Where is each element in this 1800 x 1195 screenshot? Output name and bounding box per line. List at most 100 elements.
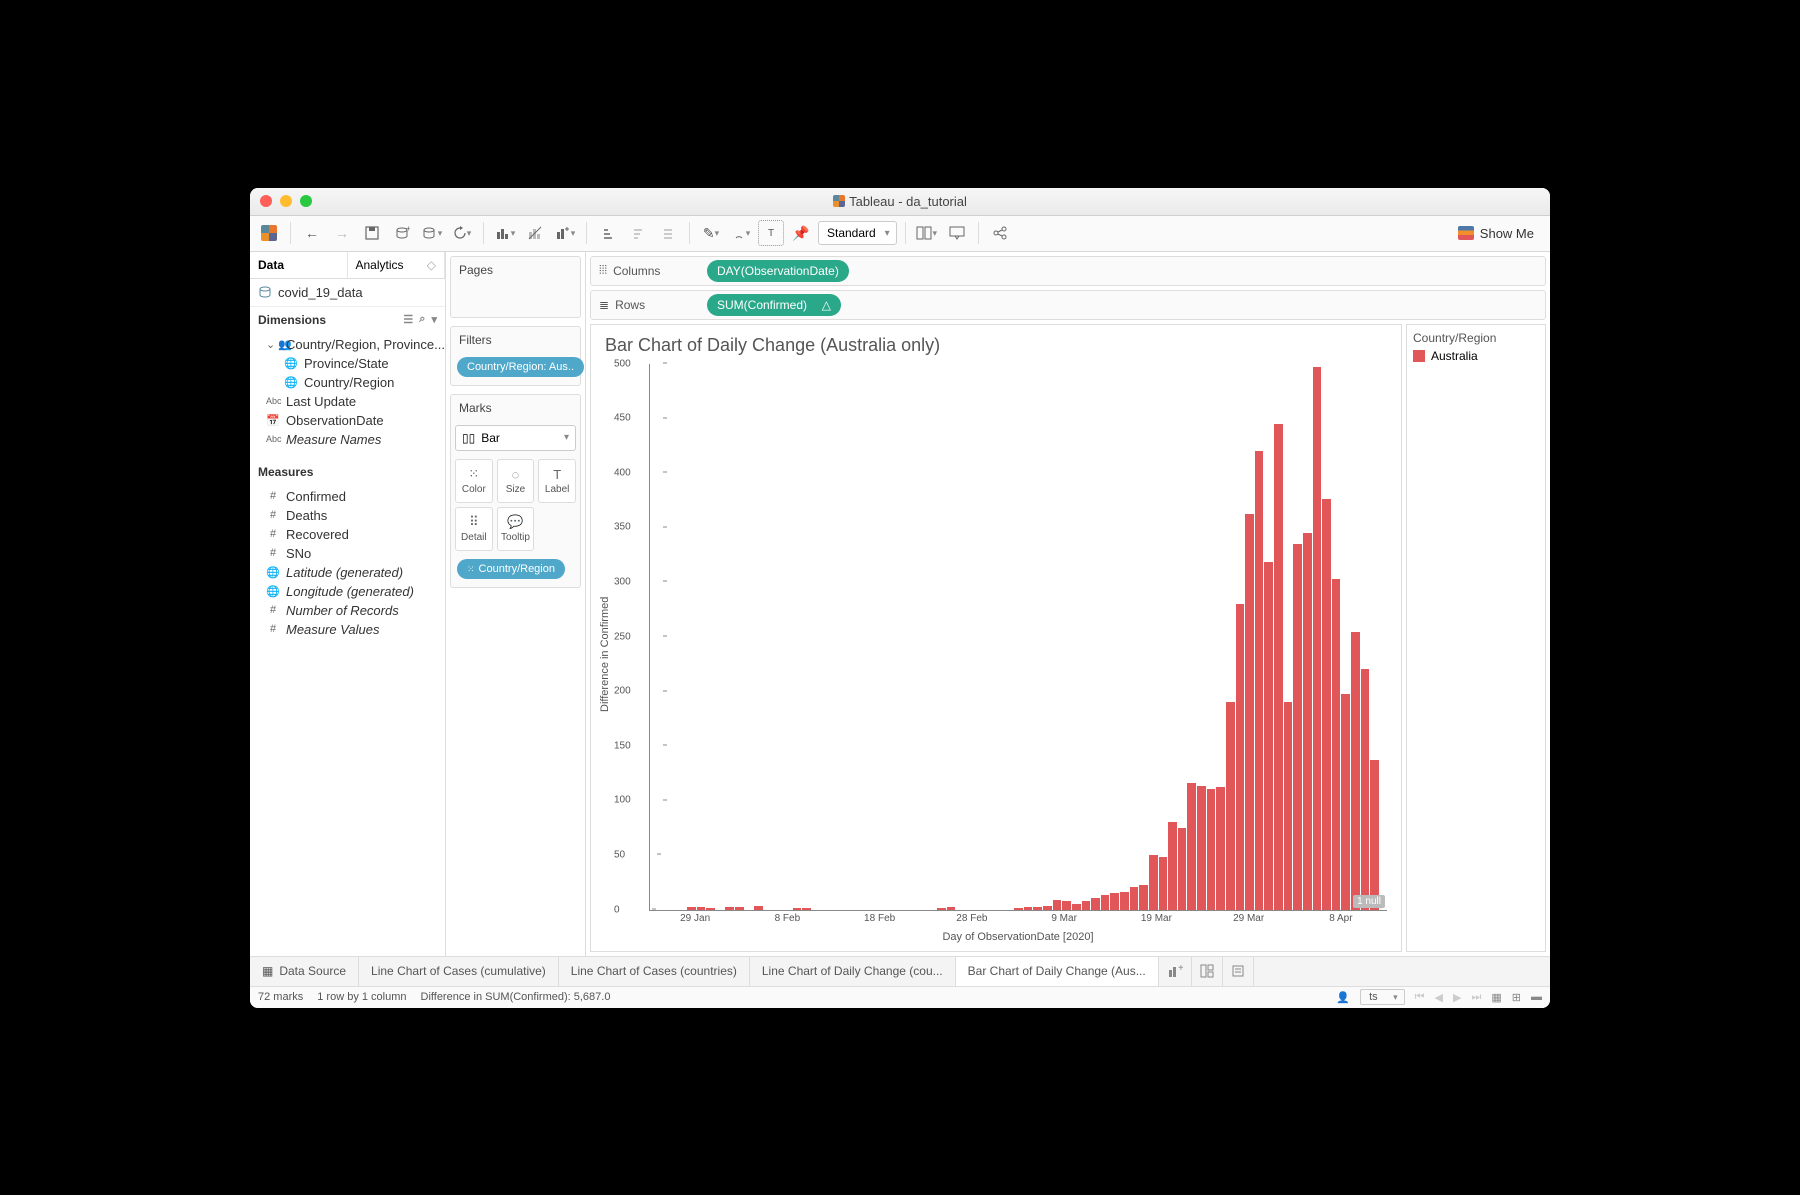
nav-next-icon[interactable]: ▶ <box>1453 991 1461 1004</box>
refresh-button[interactable]: ▾ <box>449 220 475 246</box>
datasource-row[interactable]: covid_19_data <box>250 279 445 307</box>
new-story-tab[interactable] <box>1223 957 1254 986</box>
new-worksheet-tab[interactable]: + <box>1159 957 1192 986</box>
menu-icon[interactable]: ▾ <box>431 313 437 326</box>
color-legend[interactable]: Country/Region Australia <box>1406 324 1546 952</box>
chart-plot[interactable]: 1 null 050100150200250300350400450500 <box>649 364 1387 911</box>
viz-title[interactable]: Bar Chart of Daily Change (Australia onl… <box>591 325 1401 360</box>
zoom-window-button[interactable] <box>300 195 312 207</box>
bar[interactable] <box>1014 908 1023 909</box>
bar[interactable] <box>1245 514 1254 909</box>
bar[interactable] <box>1361 669 1370 909</box>
sheet-sorter-icon[interactable]: ▬ <box>1531 991 1542 1003</box>
mark-type-selector[interactable]: ▯▯Bar <box>455 425 576 451</box>
grid-icon[interactable]: ⊞ <box>1512 991 1521 1004</box>
bar[interactable] <box>1197 786 1206 909</box>
dimension-item-0[interactable]: ⌄ 👥Country/Region, Province... <box>250 335 445 354</box>
redo-button[interactable]: → <box>329 220 355 246</box>
group-button[interactable]: ▾ <box>728 220 754 246</box>
bar[interactable] <box>1024 907 1033 909</box>
mark-label-button[interactable]: TLabel <box>538 459 576 503</box>
columns-shelf[interactable]: ⦙⦙⦙Columns DAY(ObservationDate) <box>590 256 1546 286</box>
mark-detail-button[interactable]: ⠿Detail <box>455 507 493 551</box>
measure-item-3[interactable]: #SNo <box>250 544 445 563</box>
labels-button[interactable]: T <box>758 220 784 246</box>
bar[interactable] <box>1226 702 1235 909</box>
tableau-icon[interactable] <box>256 220 282 246</box>
bar[interactable] <box>1072 904 1081 909</box>
bar[interactable] <box>1178 828 1187 910</box>
bar[interactable] <box>1216 787 1225 909</box>
undo-button[interactable]: ← <box>299 220 325 246</box>
filter-pill[interactable]: Country/Region: Aus.. <box>457 357 584 377</box>
presentation-button[interactable] <box>944 220 970 246</box>
mark-color-button[interactable]: ⁙Color <box>455 459 493 503</box>
bar[interactable] <box>1043 906 1052 909</box>
bar[interactable] <box>754 906 763 909</box>
sheet-tab-3[interactable]: Bar Chart of Daily Change (Aus... <box>956 957 1159 986</box>
bar[interactable] <box>1062 901 1071 910</box>
bar[interactable] <box>1159 857 1168 909</box>
sort-asc-button[interactable] <box>595 220 621 246</box>
minimize-window-button[interactable] <box>280 195 292 207</box>
nav-prev-icon[interactable]: ◀ <box>1435 991 1443 1004</box>
share-button[interactable] <box>987 220 1013 246</box>
pages-shelf[interactable]: Pages <box>450 256 581 318</box>
viz-canvas[interactable]: Bar Chart of Daily Change (Australia onl… <box>590 324 1402 952</box>
sheet-tab-2[interactable]: Line Chart of Daily Change (cou... <box>750 957 956 986</box>
bar[interactable] <box>1130 887 1139 910</box>
bar[interactable] <box>802 908 811 909</box>
bar[interactable] <box>1351 632 1360 909</box>
data-tab[interactable]: Data <box>250 252 348 278</box>
measure-item-1[interactable]: #Deaths <box>250 506 445 525</box>
bar[interactable] <box>1139 885 1148 909</box>
mark-tooltip-button[interactable]: 💬Tooltip <box>497 507 535 551</box>
save-button[interactable] <box>359 220 385 246</box>
bar[interactable] <box>1033 907 1042 909</box>
bar[interactable] <box>725 907 734 909</box>
bar[interactable] <box>1207 789 1216 909</box>
bar[interactable] <box>1274 424 1283 910</box>
bar[interactable] <box>1293 544 1302 910</box>
dimension-item-4[interactable]: 📅ObservationDate <box>250 411 445 430</box>
bar[interactable] <box>1082 901 1091 910</box>
filters-shelf[interactable]: Filters Country/Region: Aus.. <box>450 326 581 386</box>
close-window-button[interactable] <box>260 195 272 207</box>
highlight-button[interactable]: ✎▾ <box>698 220 724 246</box>
nav-last-icon[interactable]: ⏭ <box>1471 991 1481 1004</box>
bar[interactable] <box>1322 499 1331 910</box>
bar[interactable] <box>1236 604 1245 910</box>
bar[interactable] <box>1168 822 1177 909</box>
new-worksheet-button[interactable]: ▾ <box>492 220 518 246</box>
bar[interactable] <box>735 907 744 909</box>
bar[interactable] <box>1284 702 1293 909</box>
rows-shelf[interactable]: ≣Rows SUM(Confirmed) △ <box>590 290 1546 320</box>
bar[interactable] <box>1332 579 1341 910</box>
bar[interactable] <box>687 907 696 909</box>
measure-item-6[interactable]: #Number of Records <box>250 601 445 620</box>
bar[interactable] <box>1303 533 1312 910</box>
sheet-tab-0[interactable]: Line Chart of Cases (cumulative) <box>359 957 559 986</box>
measure-item-4[interactable]: 🌐Latitude (generated) <box>250 563 445 582</box>
bar[interactable] <box>706 908 715 909</box>
user-selector[interactable]: ts <box>1360 989 1405 1005</box>
swap-button[interactable]: ▾ <box>552 220 578 246</box>
view-list-icon[interactable]: ☰ <box>403 313 413 326</box>
sheet-tab-1[interactable]: Line Chart of Cases (countries) <box>559 957 750 986</box>
analytics-tab[interactable]: Analytics◇ <box>348 252 446 278</box>
clear-sheet-button[interactable] <box>522 220 548 246</box>
mark-size-button[interactable]: ◌Size <box>497 459 535 503</box>
measure-item-0[interactable]: #Confirmed <box>250 487 445 506</box>
bar[interactable] <box>1110 893 1119 909</box>
null-indicator[interactable]: 1 null <box>1353 895 1385 908</box>
measure-item-7[interactable]: #Measure Values <box>250 620 445 639</box>
rows-pill[interactable]: SUM(Confirmed) △ <box>707 294 841 316</box>
pin-button[interactable]: 📌 <box>788 220 814 246</box>
bar[interactable] <box>697 907 706 909</box>
show-me-button[interactable]: Show Me <box>1448 226 1544 241</box>
legend-item[interactable]: Australia <box>1413 349 1539 363</box>
bar[interactable] <box>1149 855 1158 910</box>
fit-selector[interactable]: Standard <box>818 221 897 245</box>
bar[interactable] <box>1255 451 1264 910</box>
bar[interactable] <box>1120 892 1129 909</box>
